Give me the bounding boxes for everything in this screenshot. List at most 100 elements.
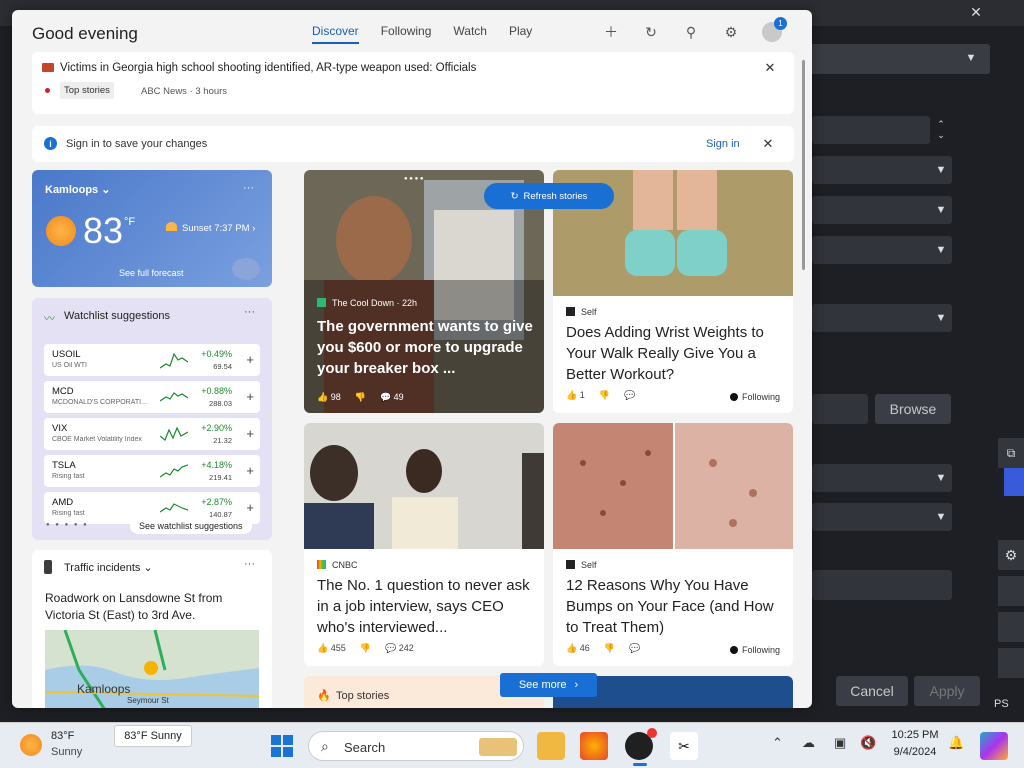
capcut-icon[interactable]: ✂ xyxy=(670,732,698,760)
firefox-icon[interactable] xyxy=(580,732,608,760)
browse-button[interactable]: Browse xyxy=(875,394,951,424)
bg-path-field[interactable] xyxy=(812,394,868,424)
weather-card[interactable]: Kamloops ⌄ ··· 83 °F Sunset 7:37 PM › Se… xyxy=(32,170,272,287)
like-icon[interactable]: 👍 46 xyxy=(566,643,590,654)
comment-icon[interactable]: 💬 242 xyxy=(385,643,414,654)
add-icon[interactable]: + xyxy=(246,352,254,367)
more-icon[interactable]: ··· xyxy=(244,558,255,570)
stock-symbol: TSLA xyxy=(52,460,76,471)
following-badge[interactable]: Following xyxy=(729,392,780,402)
signin-link[interactable]: Sign in xyxy=(706,138,740,150)
see-more-button[interactable]: See more › xyxy=(500,673,597,697)
bg-side-button[interactable] xyxy=(998,576,1024,606)
add-icon[interactable]: + xyxy=(246,426,254,441)
obs-icon[interactable] xyxy=(625,728,657,760)
apply-button[interactable]: Apply xyxy=(914,676,980,706)
taskbar-time[interactable]: 10:25 PM xyxy=(889,729,941,741)
chevron-down-icon[interactable]: ▼ xyxy=(928,503,954,531)
story-title[interactable]: The No. 1 question to never ask in a job… xyxy=(317,575,537,638)
tab-following[interactable]: Following xyxy=(381,24,432,44)
bg-side-button[interactable] xyxy=(998,612,1024,642)
like-icon[interactable]: 👍 455 xyxy=(317,643,346,654)
chevron-down-icon[interactable]: ▼ xyxy=(928,236,954,264)
chevron-down-icon[interactable]: ▼ xyxy=(958,44,984,72)
dislike-icon[interactable]: 👎 xyxy=(360,643,371,654)
carousel-dots[interactable]: ● ● ● ● xyxy=(404,176,444,182)
comment-icon[interactable]: 💬 xyxy=(624,390,635,401)
weather-sun-icon[interactable] xyxy=(20,734,42,756)
dislike-icon[interactable]: 👎 xyxy=(604,643,615,654)
bg-field-7[interactable] xyxy=(812,570,952,600)
weather-sunset[interactable]: Sunset 7:37 PM › xyxy=(182,223,255,234)
like-icon[interactable]: 👍 1 xyxy=(566,390,585,401)
more-icon[interactable]: ··· xyxy=(243,182,254,194)
tab-discover[interactable]: Discover xyxy=(312,24,359,44)
traffic-text[interactable]: Roadwork on Lansdowne St from Victoria S… xyxy=(45,590,261,624)
weather-city[interactable]: Kamloops ⌄ xyxy=(45,183,110,196)
plus-icon[interactable]: ＋ xyxy=(602,23,620,41)
scrollbar[interactable] xyxy=(802,60,805,270)
bg-side-button[interactable] xyxy=(998,648,1024,678)
watchlist-link[interactable]: See watchlist suggestions xyxy=(130,518,252,534)
chevron-up-icon[interactable]: ⌃ xyxy=(772,735,783,751)
onedrive-icon[interactable]: ☁ xyxy=(802,735,815,751)
pin-icon[interactable]: ⚲ xyxy=(682,23,700,41)
bg-spinbox[interactable] xyxy=(812,116,930,144)
spin-arrows-icon[interactable]: ⌃ ⌄ xyxy=(928,116,954,144)
avatar[interactable]: 1 xyxy=(762,17,787,42)
gear-icon[interactable]: ⚙ xyxy=(722,23,740,41)
notification-bell-icon[interactable]: 🔔 xyxy=(948,735,964,751)
chevron-down-icon[interactable]: ▼ xyxy=(928,196,954,224)
add-icon[interactable]: + xyxy=(246,463,254,478)
cancel-button[interactable]: Cancel xyxy=(836,676,908,706)
taskbar-weather-temp[interactable]: 83°F xyxy=(51,730,74,742)
pagination-dots[interactable]: ● ● ● ● ● xyxy=(46,522,89,528)
greeting: Good evening xyxy=(32,24,138,43)
tab-watch[interactable]: Watch xyxy=(453,24,487,44)
following-badge[interactable]: Following xyxy=(729,645,780,655)
network-icon[interactable]: ▣ xyxy=(834,735,846,751)
story-source: The Cool Down · 22h xyxy=(317,298,417,308)
copilot-icon[interactable] xyxy=(980,732,1008,760)
chevron-down-icon[interactable]: ▼ xyxy=(928,304,954,332)
watchlist-row[interactable]: TSLA Rising fast +4.18% 219.41 + xyxy=(44,455,260,487)
top-news-title[interactable]: Victims in Georgia high school shooting … xyxy=(60,62,476,74)
dislike-icon[interactable]: 👎 xyxy=(599,390,610,401)
story-card[interactable]: CNBC The No. 1 question to never ask in … xyxy=(304,423,544,666)
refresh-stories-button[interactable]: ↻ Refresh stories xyxy=(484,183,614,209)
taskbar-search[interactable]: ⌕ Search xyxy=(308,731,524,761)
refresh-icon[interactable]: ↻ xyxy=(642,23,660,41)
story-card[interactable]: Self 12 Reasons Why You Have Bumps on Yo… xyxy=(553,423,793,666)
file-explorer-icon[interactable] xyxy=(537,732,565,760)
traffic-title[interactable]: Traffic incidents ⌄ xyxy=(64,561,153,574)
add-icon[interactable]: + xyxy=(246,500,254,515)
comment-icon[interactable]: 💬 49 xyxy=(380,392,404,403)
close-icon[interactable]: ✕ xyxy=(760,136,776,152)
chevron-down-icon[interactable]: ▼ xyxy=(928,464,954,492)
chevron-down-icon[interactable]: ▼ xyxy=(928,156,954,184)
story-title[interactable]: Does Adding Wrist Weights to Your Walk R… xyxy=(566,322,786,385)
tab-play[interactable]: Play xyxy=(509,24,532,44)
dislike-icon[interactable]: 👎 xyxy=(355,392,366,403)
taskbar-date[interactable]: 9/4/2024 xyxy=(889,746,941,758)
taskbar-weather-cond[interactable]: Sunny xyxy=(51,746,82,758)
bg-side-button[interactable] xyxy=(1004,466,1024,496)
close-icon[interactable]: ✕ xyxy=(762,60,778,76)
like-icon[interactable]: 👍 98 xyxy=(317,392,341,403)
volume-mute-icon[interactable]: 🔇 xyxy=(860,735,876,751)
app-close-icon[interactable]: ✕ xyxy=(966,2,986,22)
watchlist-row[interactable]: MCD MCDONALD'S CORPORATI... +0.88% 288.03 + xyxy=(44,381,260,413)
add-icon[interactable]: + xyxy=(246,389,254,404)
forecast-link[interactable]: See full forecast xyxy=(119,268,184,278)
comment-icon[interactable]: 💬 xyxy=(629,643,640,654)
top-news-card[interactable]: Victims in Georgia high school shooting … xyxy=(32,52,794,114)
more-icon[interactable]: ··· xyxy=(244,306,255,318)
windows-start-icon[interactable] xyxy=(271,735,293,757)
story-title[interactable]: The government wants to give you $600 or… xyxy=(317,316,537,379)
story-title[interactable]: 12 Reasons Why You Have Bumps on Your Fa… xyxy=(566,575,786,638)
watchlist-row[interactable]: VIX CBOE Market Volatility Index +2.90% 21.… xyxy=(44,418,260,450)
gear-icon[interactable]: ⚙ xyxy=(998,540,1024,570)
watchlist-row[interactable]: USOIL US Oil WTI +0.49% 69.54 + xyxy=(44,344,260,376)
window-icon[interactable]: ⧉ xyxy=(998,438,1024,468)
traffic-map[interactable]: Kamloops Seymour St xyxy=(45,630,259,708)
